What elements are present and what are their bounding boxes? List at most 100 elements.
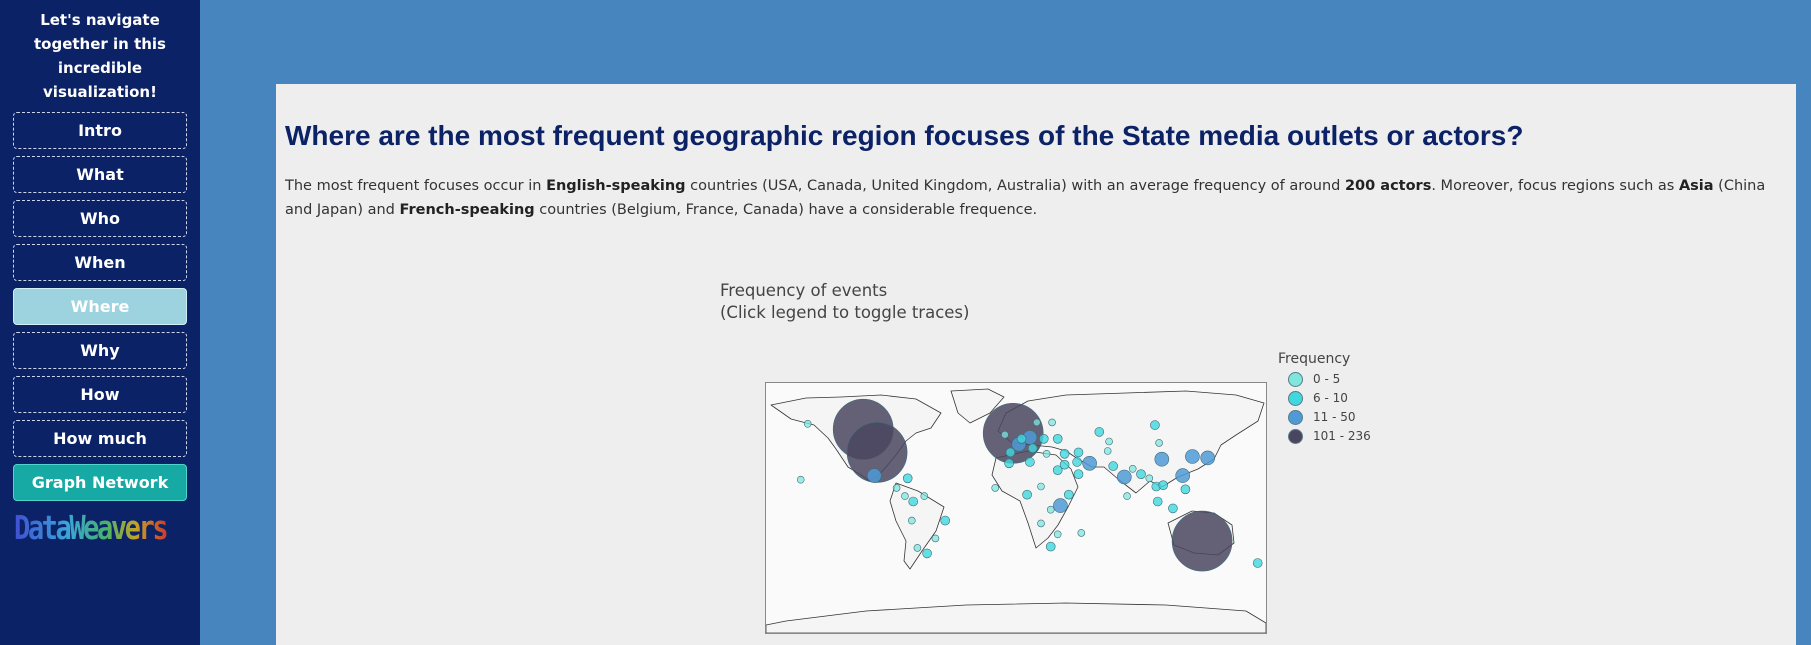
intro-text-5: countries (Belgium, France, Canada) have…: [534, 202, 1038, 218]
map-marker-23[interactable]: [1025, 457, 1035, 467]
nav-who-button[interactable]: Who: [13, 200, 187, 237]
nav-graph-network-button[interactable]: Graph Network: [13, 464, 187, 501]
map-marker-57[interactable]: [931, 534, 940, 543]
map-marker-43[interactable]: [1059, 459, 1070, 470]
intro-bold-2: 200 actors: [1344, 178, 1432, 194]
map-marker-56[interactable]: [892, 484, 901, 492]
intro-text-1: The most frequent focuses occur in: [285, 178, 547, 194]
map-marker-19[interactable]: [1059, 449, 1070, 459]
map-marker-29[interactable]: [1136, 469, 1146, 479]
map-marker-51[interactable]: [1145, 474, 1154, 483]
map-marker-3[interactable]: [1171, 510, 1233, 572]
map-marker-21[interactable]: [1073, 469, 1084, 479]
nav-intro-button[interactable]: Intro: [13, 112, 187, 149]
map-marker-66[interactable]: [796, 475, 805, 484]
legend-item-6-10[interactable]: 6 - 10: [1278, 389, 1371, 408]
nav-how-much-button[interactable]: How much: [13, 420, 187, 457]
intro-text-3: . Moreover, focus regions such as: [1431, 178, 1679, 194]
map-marker-49[interactable]: [1053, 530, 1062, 539]
map-marker-54[interactable]: [908, 516, 916, 525]
map-marker-50[interactable]: [1103, 447, 1112, 455]
nav-when-button[interactable]: When: [13, 244, 187, 281]
intro-bold-1: English-speaking: [546, 178, 686, 194]
south-america-land: [889, 482, 945, 570]
map-marker-8[interactable]: [1185, 449, 1200, 464]
map-marker-39[interactable]: [1005, 447, 1016, 458]
map-marker-41[interactable]: [1150, 420, 1160, 430]
map-marker-6[interactable]: [1116, 469, 1132, 485]
legend-item-0-5[interactable]: 0 - 5: [1278, 370, 1371, 389]
sidebar: Let's navigate together in this incredib…: [0, 0, 200, 645]
map-marker-44[interactable]: [1037, 482, 1045, 491]
map-marker-67[interactable]: [803, 419, 812, 428]
map-marker-53[interactable]: [920, 492, 929, 500]
map-marker-37[interactable]: [902, 473, 913, 484]
intro-paragraph: The most frequent focuses occur in Engli…: [285, 174, 1789, 222]
nav-why-button[interactable]: Why: [13, 332, 187, 369]
legend-label-0-5: 0 - 5: [1313, 372, 1341, 386]
map-marker-52[interactable]: [1155, 439, 1163, 447]
map-marker-32[interactable]: [1168, 503, 1178, 514]
intro-text-2: countries (USA, Canada, United Kingdom, …: [685, 178, 1345, 194]
map-marker-58[interactable]: [901, 492, 909, 500]
map-marker-46[interactable]: [1046, 505, 1055, 514]
map-marker-61[interactable]: [1042, 450, 1051, 458]
map-marker-14[interactable]: [940, 515, 950, 526]
legend-item-11-50[interactable]: 11 - 50: [1278, 408, 1371, 427]
map-marker-18[interactable]: [1073, 447, 1084, 458]
map-marker-59[interactable]: [1032, 418, 1041, 427]
map-marker-35[interactable]: [908, 496, 918, 507]
map-marker-65[interactable]: [1123, 492, 1131, 500]
map-marker-64[interactable]: [1128, 465, 1137, 473]
map-marker-25[interactable]: [1022, 489, 1032, 500]
map-marker-38[interactable]: [1027, 443, 1038, 454]
map-marker-31[interactable]: [1158, 480, 1169, 490]
map-marker-62[interactable]: [1001, 430, 1009, 439]
legend: Frequency 0 - 5 6 - 10 11 - 50 101 - 236: [1278, 351, 1371, 446]
nav-what-button[interactable]: What: [13, 156, 187, 193]
map-marker-4[interactable]: [1154, 451, 1170, 467]
sidebar-title: Let's navigate together in this incredib…: [34, 11, 166, 101]
map-marker-42[interactable]: [1094, 427, 1105, 437]
map-marker-15[interactable]: [1180, 484, 1191, 495]
antarctica-land: [766, 602, 1266, 633]
map-marker-47[interactable]: [1037, 519, 1045, 528]
map-marker-60[interactable]: [1048, 418, 1056, 427]
map-marker-24[interactable]: [1004, 458, 1014, 469]
map-marker-33[interactable]: [1152, 496, 1163, 507]
map-marker-45[interactable]: [991, 484, 999, 492]
legend-dot-6-10: [1288, 391, 1303, 406]
legend-label-101-236: 101 - 236: [1313, 429, 1371, 443]
map-marker-26[interactable]: [1045, 541, 1056, 552]
intro-bold-4: French-speaking: [399, 202, 535, 218]
nav-how-button[interactable]: How: [13, 376, 187, 413]
map-marker-55[interactable]: [913, 544, 922, 552]
map-marker-28[interactable]: [1108, 461, 1119, 471]
nav-where-button[interactable]: Where: [13, 288, 187, 325]
map-marker-11[interactable]: [1175, 468, 1191, 483]
main-content: Where are the most frequent geographic r…: [276, 84, 1796, 645]
map-marker-36[interactable]: [922, 548, 932, 559]
map-marker-48[interactable]: [1077, 529, 1086, 537]
legend-label-11-50: 11 - 50: [1313, 410, 1356, 424]
world-map[interactable]: [765, 382, 1267, 634]
map-marker-34[interactable]: [1252, 558, 1263, 568]
map-marker-5[interactable]: [1200, 450, 1216, 466]
map-marker-16[interactable]: [1038, 433, 1049, 444]
map-marker-27[interactable]: [1063, 489, 1074, 500]
map-marker-63[interactable]: [1105, 437, 1113, 446]
map-marker-10[interactable]: [1082, 456, 1097, 471]
chart-title-line-2: (Click legend to toggle traces): [720, 303, 970, 322]
legend-dot-0-5: [1288, 372, 1303, 387]
legend-item-101-236[interactable]: 101 - 236: [1278, 427, 1371, 446]
map-marker-17[interactable]: [1052, 433, 1063, 444]
map-marker-40[interactable]: [1016, 433, 1027, 444]
map-marker-7[interactable]: [867, 468, 882, 483]
legend-title: Frequency: [1278, 351, 1351, 367]
dataweavers-logo: DataWeavers: [14, 508, 169, 547]
intro-bold-3: Asia: [1678, 178, 1714, 194]
map-marker-20[interactable]: [1072, 457, 1082, 467]
legend-dot-11-50: [1288, 410, 1303, 425]
map-svg[interactable]: [766, 383, 1266, 633]
map-marker-9[interactable]: [1053, 498, 1068, 513]
